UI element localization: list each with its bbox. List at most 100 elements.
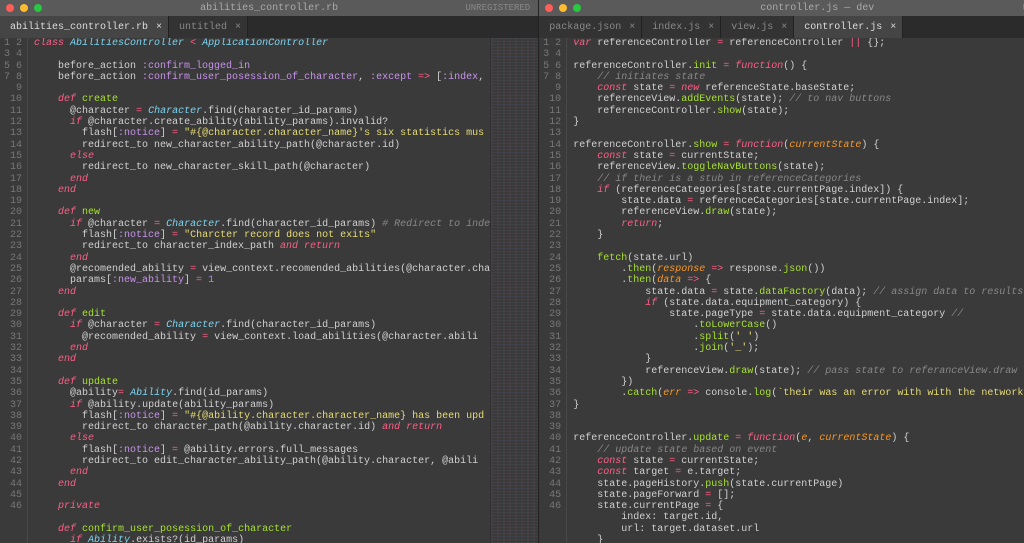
tab-package-json[interactable]: package.json×: [539, 16, 642, 38]
maximize-window-button[interactable]: [34, 4, 42, 12]
code-line[interactable]: redirect_to character_index_path and ret…: [34, 241, 490, 252]
code-line[interactable]: [573, 128, 1024, 139]
code-line[interactable]: @recomended_ability = view_context.recom…: [34, 264, 490, 275]
code-line[interactable]: state.pageHistory.push(state.currentPage…: [573, 479, 1024, 490]
code-line[interactable]: [34, 196, 490, 207]
code-line[interactable]: fetch(state.url): [573, 253, 1024, 264]
code-line[interactable]: @character = Character.find(character_id…: [34, 106, 490, 117]
code-line[interactable]: // initiates state: [573, 72, 1024, 83]
code-line[interactable]: [573, 411, 1024, 422]
code-line[interactable]: @ability= Ability.find(id_params): [34, 388, 490, 399]
code-line[interactable]: end: [34, 467, 490, 478]
code-line[interactable]: else: [34, 151, 490, 162]
tab-view-js[interactable]: view.js×: [721, 16, 794, 38]
code-line[interactable]: if @character.create_ability(ability_par…: [34, 117, 490, 128]
code-line[interactable]: referenceView.draw(state);: [573, 207, 1024, 218]
code-line[interactable]: flash[:notice] = "#{@character.character…: [34, 128, 490, 139]
code-line[interactable]: const state = new referenceState.baseSta…: [573, 83, 1024, 94]
code-line[interactable]: if (state.data.equipment_category) {: [573, 298, 1024, 309]
code-line[interactable]: .join('_');: [573, 343, 1024, 354]
code-line[interactable]: end: [34, 479, 490, 490]
tab-untitled[interactable]: untitled×: [169, 16, 248, 38]
code-line[interactable]: [34, 298, 490, 309]
tab-close-icon[interactable]: ×: [890, 22, 896, 33]
code-line[interactable]: private: [34, 501, 490, 512]
code-line[interactable]: .catch(err => console.log(`their was an …: [573, 388, 1024, 399]
code-line[interactable]: def confirm_user_posession_of_character: [34, 524, 490, 535]
right-code[interactable]: var referenceController = referenceContr…: [567, 38, 1024, 543]
code-line[interactable]: state.currentPage = {: [573, 501, 1024, 512]
code-line[interactable]: end: [34, 287, 490, 298]
code-line[interactable]: index: target.id,: [573, 512, 1024, 523]
code-line[interactable]: redirect_to character_path(@ability.char…: [34, 422, 490, 433]
code-line[interactable]: flash[:notice] = @ability.errors.full_me…: [34, 445, 490, 456]
left-code[interactable]: class AbilitiesController < ApplicationC…: [28, 38, 490, 543]
minimize-window-button[interactable]: [20, 4, 28, 12]
code-line[interactable]: end: [34, 185, 490, 196]
code-line[interactable]: if @character = Character.find(character…: [34, 320, 490, 331]
left-titlebar[interactable]: abilities_controller.rb UNREGISTERED: [0, 0, 538, 16]
code-line[interactable]: const state = currentState;: [573, 151, 1024, 162]
code-line[interactable]: [34, 83, 490, 94]
tab-close-icon[interactable]: ×: [156, 22, 162, 33]
code-line[interactable]: const state = currentState;: [573, 456, 1024, 467]
code-line[interactable]: def create: [34, 94, 490, 105]
code-line[interactable]: [34, 512, 490, 523]
code-line[interactable]: redirect_to edit_character_ability_path(…: [34, 456, 490, 467]
code-line[interactable]: .split(' '): [573, 332, 1024, 343]
code-line[interactable]: redirect_to new_character_ability_path(@…: [34, 140, 490, 151]
code-line[interactable]: .then(response => response.json()): [573, 264, 1024, 275]
code-line[interactable]: state.data = referenceCategories[state.c…: [573, 196, 1024, 207]
code-line[interactable]: def edit: [34, 309, 490, 320]
code-line[interactable]: referenceView.addEvents(state); // to na…: [573, 94, 1024, 105]
tab-controller-js[interactable]: controller.js×: [794, 16, 903, 38]
code-line[interactable]: return;: [573, 219, 1024, 230]
code-line[interactable]: // update state based on event: [573, 445, 1024, 456]
code-line[interactable]: params[:new_ability] = 1: [34, 275, 490, 286]
code-line[interactable]: [34, 366, 490, 377]
close-window-button[interactable]: [6, 4, 14, 12]
tab-abilities-controller-rb[interactable]: abilities_controller.rb×: [0, 16, 169, 38]
tab-index-js[interactable]: index.js×: [642, 16, 721, 38]
code-line[interactable]: end: [34, 343, 490, 354]
code-line[interactable]: before_action :confirm_user_posession_of…: [34, 72, 490, 83]
code-line[interactable]: if (referenceCategories[state.currentPag…: [573, 185, 1024, 196]
close-window-button[interactable]: [545, 4, 553, 12]
tab-close-icon[interactable]: ×: [235, 22, 241, 33]
right-editor[interactable]: 1 2 3 4 5 6 7 8 9 10 11 12 13 14 15 16 1…: [539, 38, 1024, 543]
code-line[interactable]: [573, 49, 1024, 60]
right-titlebar[interactable]: controller.js — dev UNREGISTERED: [539, 0, 1024, 16]
tab-close-icon[interactable]: ×: [708, 22, 714, 33]
code-line[interactable]: end: [34, 253, 490, 264]
code-line[interactable]: referenceController.show(state);: [573, 106, 1024, 117]
code-line[interactable]: referenceController.show = function(curr…: [573, 140, 1024, 151]
code-line[interactable]: }: [573, 117, 1024, 128]
code-line[interactable]: }: [573, 400, 1024, 411]
code-line[interactable]: state.data = state.dataFactory(data); //…: [573, 287, 1024, 298]
code-line[interactable]: referenceView.draw(state); // pass state…: [573, 366, 1024, 377]
code-line[interactable]: const target = e.target;: [573, 467, 1024, 478]
code-line[interactable]: [573, 422, 1024, 433]
code-line[interactable]: }: [573, 230, 1024, 241]
code-line[interactable]: var referenceController = referenceContr…: [573, 38, 1024, 49]
code-line[interactable]: flash[:notice] = "Charcter record does n…: [34, 230, 490, 241]
code-line[interactable]: if @ability.update(ability_params): [34, 400, 490, 411]
code-line[interactable]: .then(data => {: [573, 275, 1024, 286]
code-line[interactable]: else: [34, 433, 490, 444]
code-line[interactable]: .toLowerCase(): [573, 320, 1024, 331]
code-line[interactable]: def update: [34, 377, 490, 388]
code-line[interactable]: state.pageType = state.data.equipment_ca…: [573, 309, 1024, 320]
code-line[interactable]: }): [573, 377, 1024, 388]
left-minimap[interactable]: [490, 38, 538, 543]
tab-close-icon[interactable]: ×: [781, 22, 787, 33]
code-line[interactable]: [34, 49, 490, 60]
tab-close-icon[interactable]: ×: [629, 22, 635, 33]
code-line[interactable]: }: [573, 535, 1024, 543]
code-line[interactable]: def new: [34, 207, 490, 218]
code-line[interactable]: referenceView.toggleNavButtons(state);: [573, 162, 1024, 173]
code-line[interactable]: referenceController.update = function(e,…: [573, 433, 1024, 444]
maximize-window-button[interactable]: [573, 4, 581, 12]
code-line[interactable]: before_action :confirm_logged_in: [34, 61, 490, 72]
code-line[interactable]: end: [34, 354, 490, 365]
left-editor[interactable]: 1 2 3 4 5 6 7 8 9 10 11 12 13 14 15 16 1…: [0, 38, 538, 543]
